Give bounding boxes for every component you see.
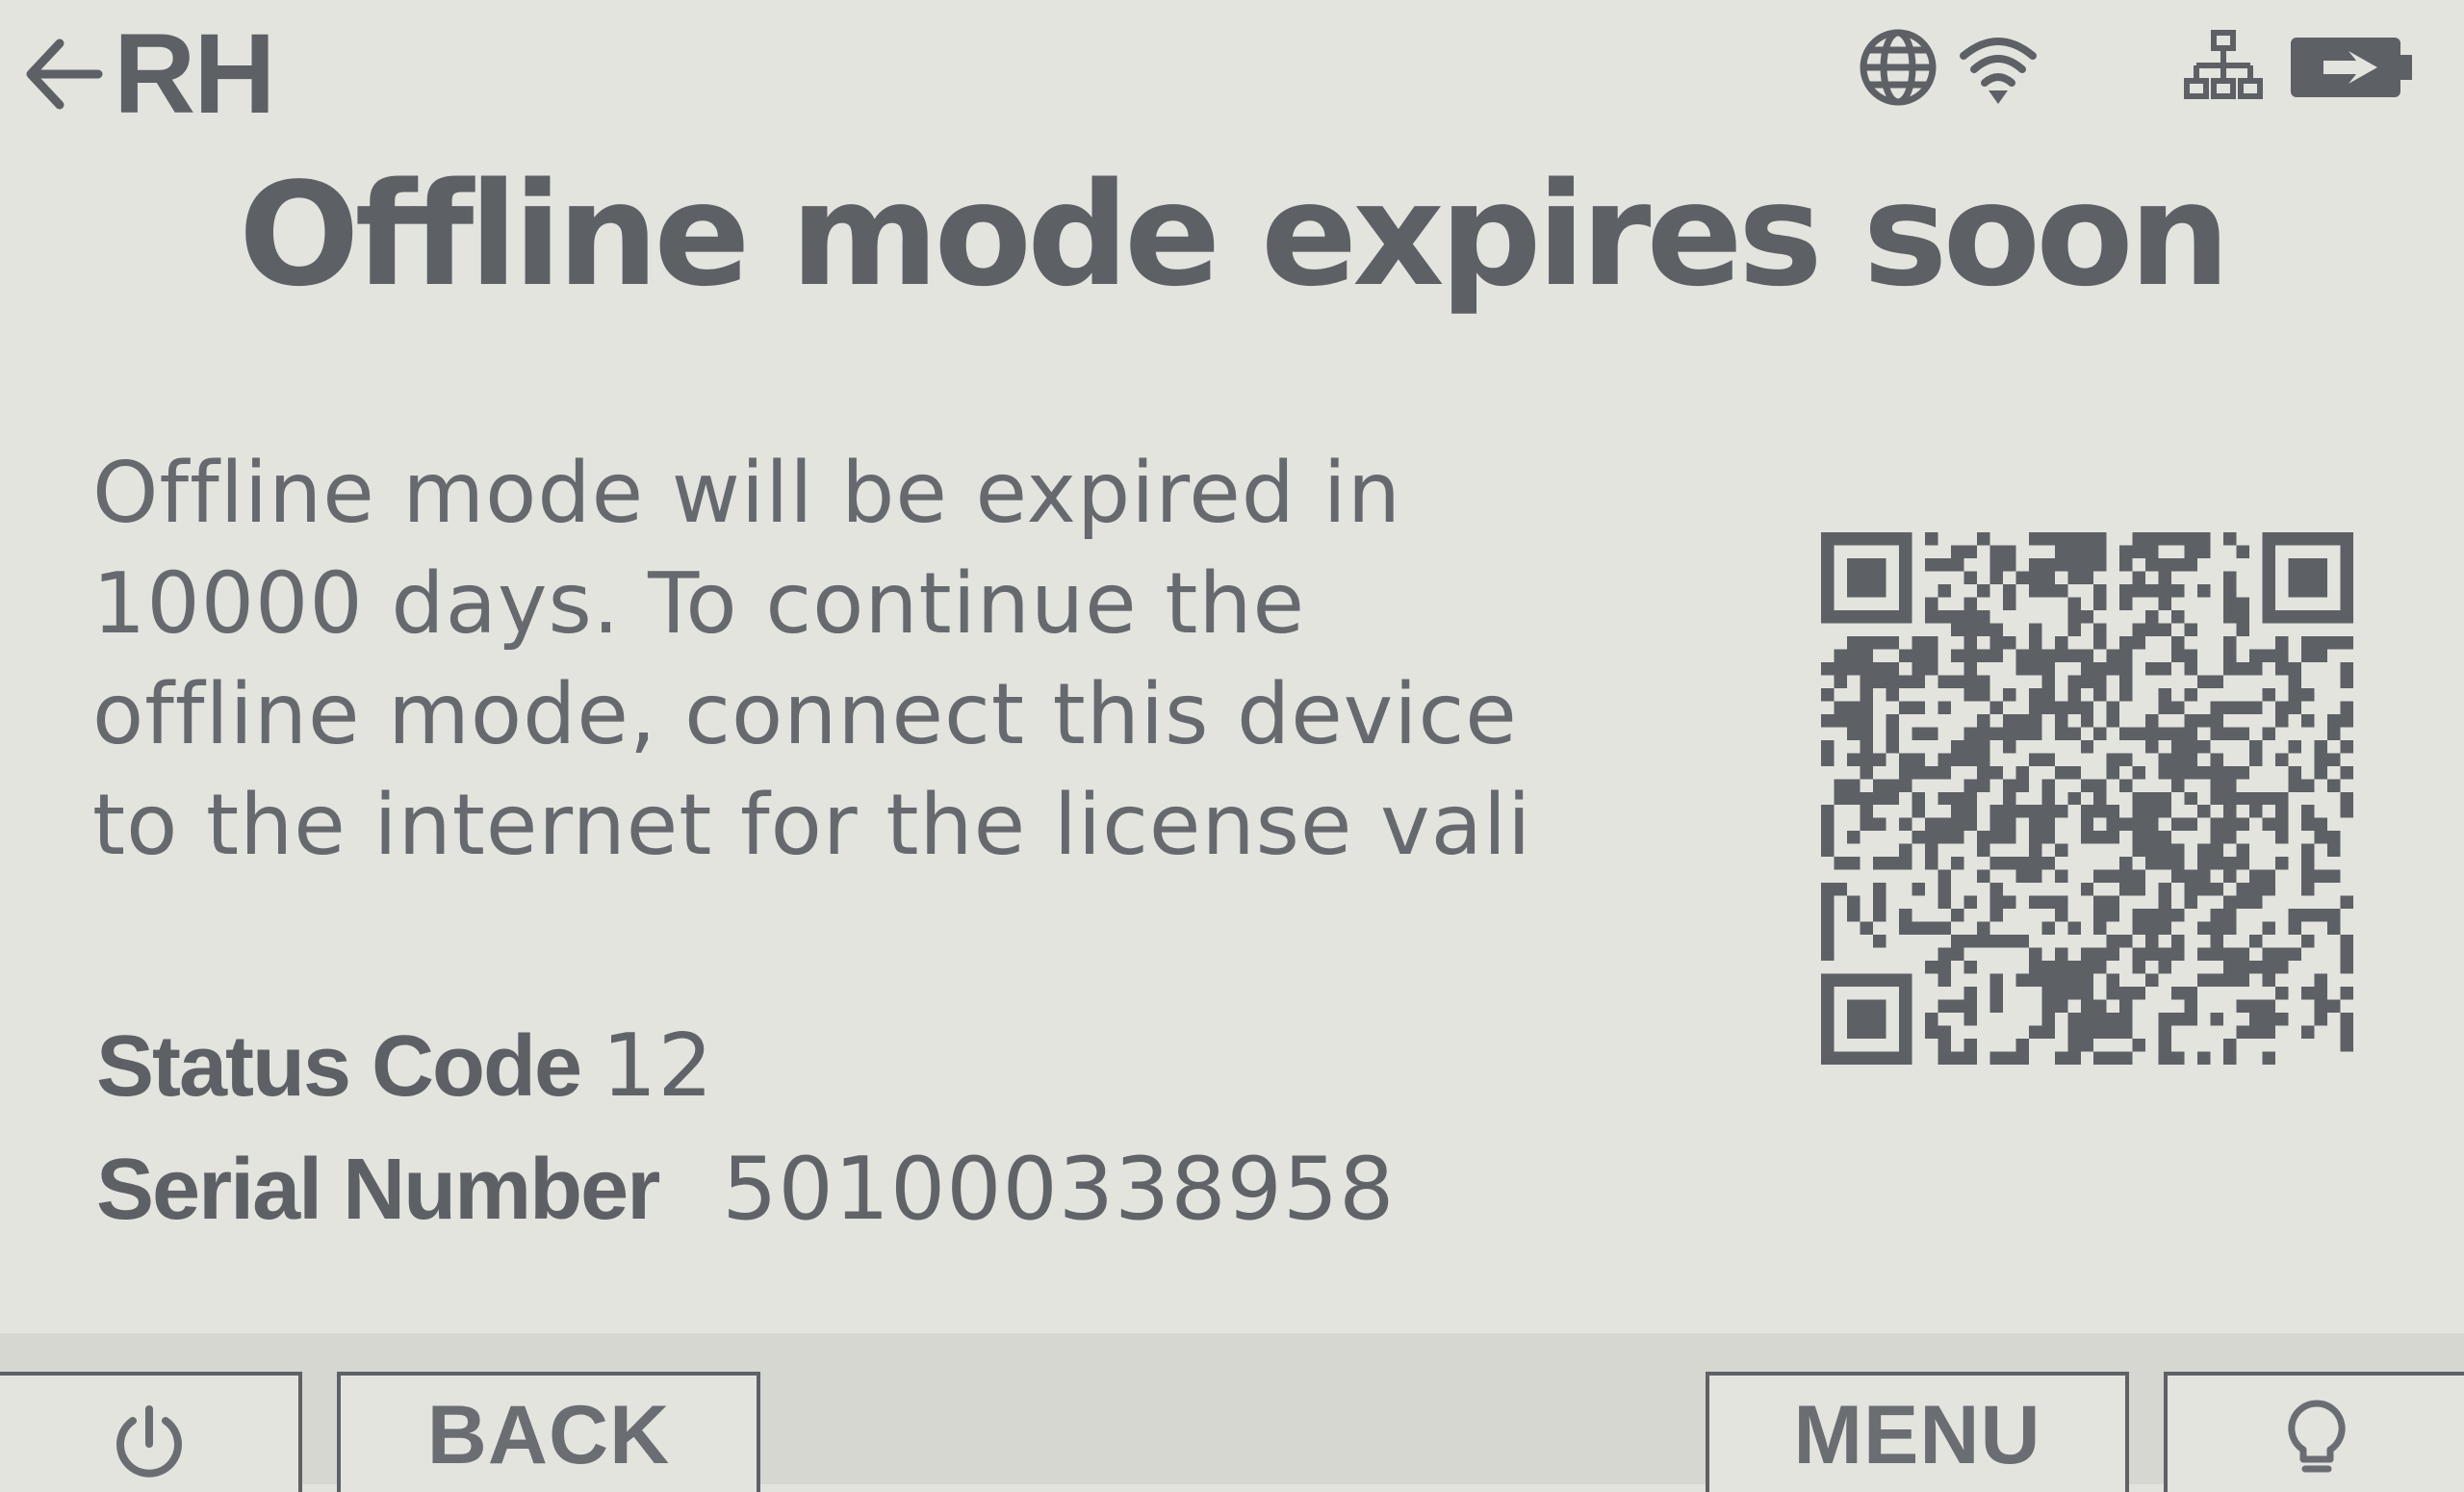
mode-label: RH (114, 11, 275, 138)
globe-icon (1860, 29, 1937, 106)
back-button-label: BACK (426, 1389, 671, 1481)
message-line: 10000 days. To continue the (92, 554, 1306, 653)
message-line: to the internet for the license vali (92, 776, 1532, 874)
serial-number-value: 501000338958 (722, 1139, 1396, 1240)
device-info: Status Code 12 Serial Number 50100033895… (96, 1016, 1395, 1262)
message-line: offline mode, connect this device (92, 665, 1518, 763)
serial-number-label: Serial Number (96, 1142, 660, 1238)
power-icon (116, 1404, 182, 1478)
status-icons (1858, 27, 2414, 108)
arrow-left-icon[interactable] (19, 30, 108, 118)
status-code-label: Status Code (96, 1018, 582, 1115)
menu-button[interactable]: MENU (1706, 1372, 2129, 1492)
power-button[interactable] (0, 1372, 302, 1492)
message-line: Offline mode will be expired in (92, 444, 1401, 542)
page-title: Offline mode expires soon (238, 152, 2230, 318)
status-code-row: Status Code 12 (96, 1016, 1395, 1139)
battery-charging-icon (2291, 38, 2412, 97)
expiry-message: Offline mode will be expired in 10000 da… (92, 438, 1786, 881)
license-qr-code (1821, 532, 2353, 1065)
serial-number-row: Serial Number 501000338958 (96, 1139, 1395, 1262)
menu-button-label: MENU (1793, 1389, 2041, 1481)
softkey-bar: BACK MENU (0, 1333, 2464, 1492)
back-button[interactable]: BACK (337, 1372, 760, 1492)
lightbulb-icon (2288, 1399, 2346, 1472)
status-bar: RH (0, 0, 2464, 144)
light-button[interactable] (2164, 1372, 2464, 1492)
network-icon (2184, 30, 2263, 99)
device-screen: RH Offline mode expires soon Offline mod… (0, 0, 2464, 1492)
back-nav[interactable]: RH (19, 11, 275, 138)
status-code-value: 12 (602, 1016, 714, 1117)
wifi-icon (1960, 38, 2037, 104)
